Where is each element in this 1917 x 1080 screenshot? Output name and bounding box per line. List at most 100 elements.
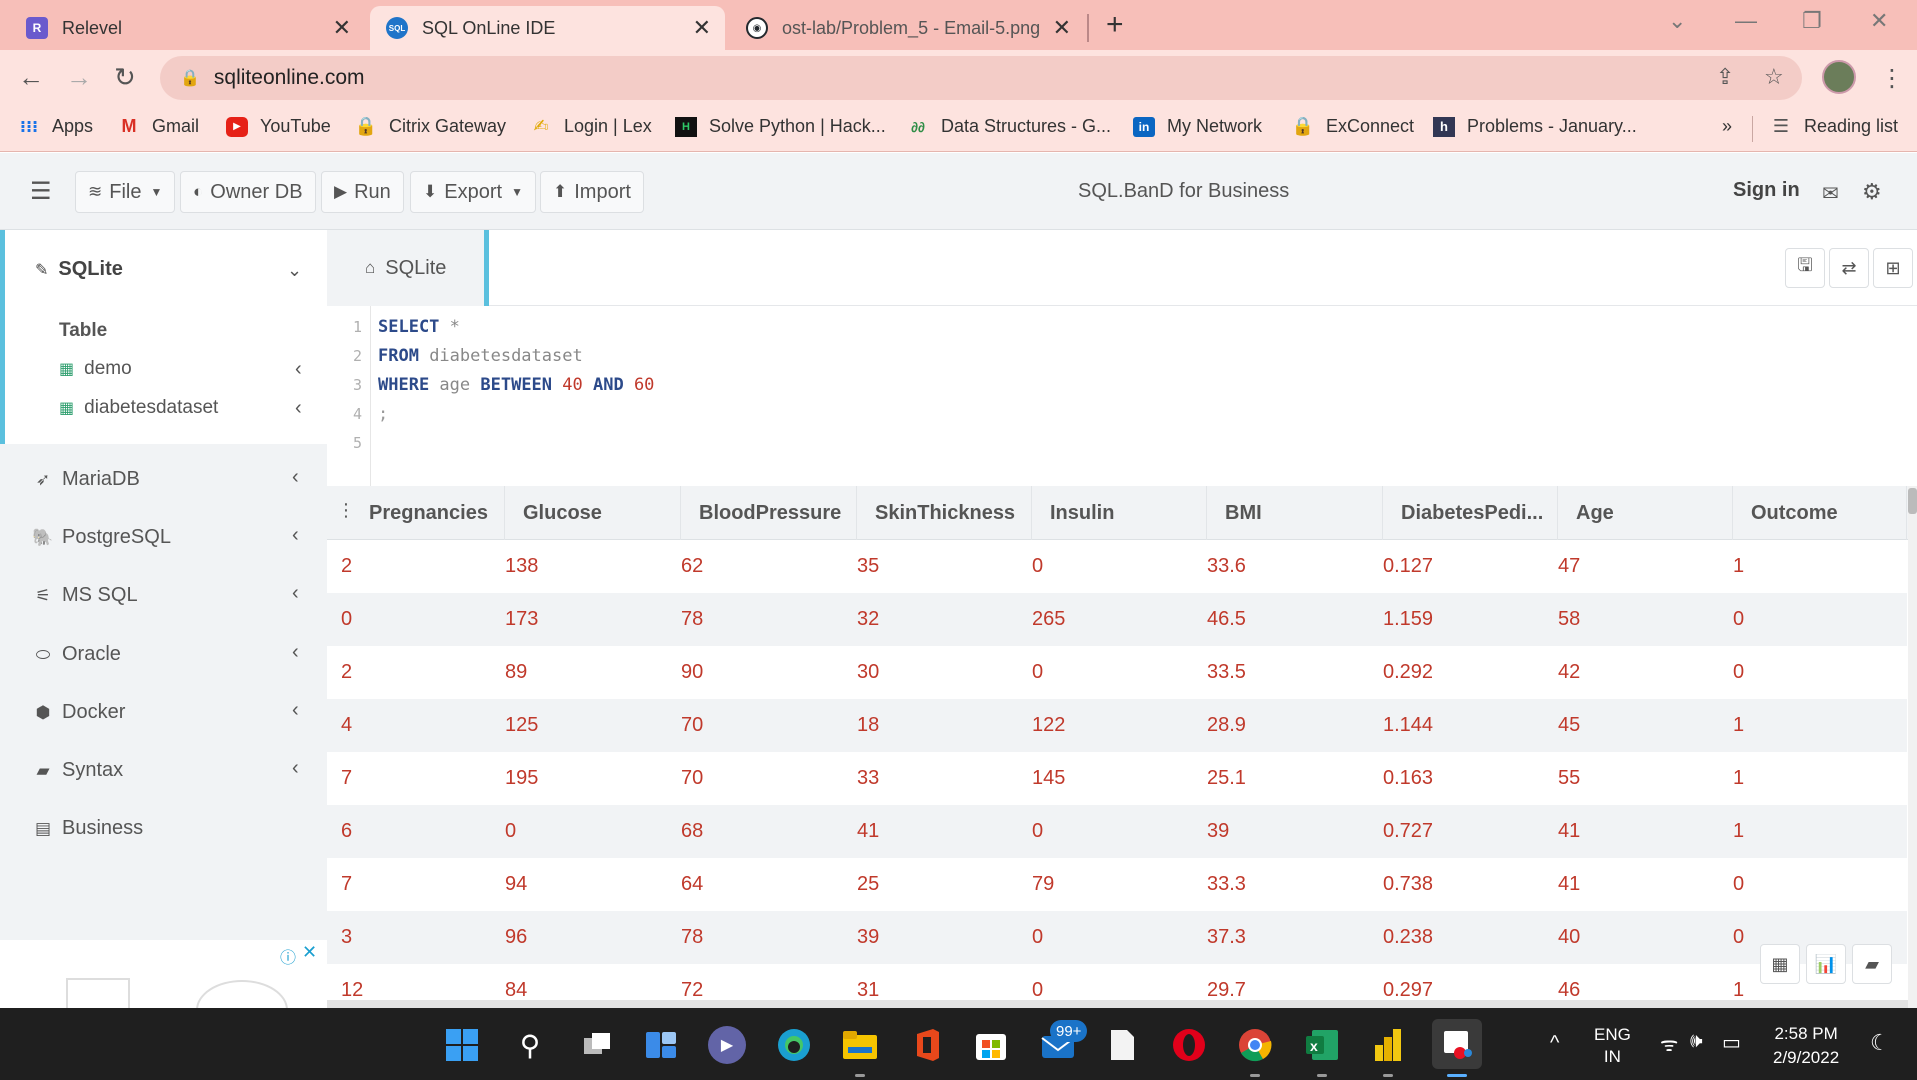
table-row[interactable]: 7 195 70 33 145 25.1 0.163 55 1 (327, 752, 1907, 805)
table-cell[interactable]: 1 (1733, 699, 1744, 752)
chevron-left-icon[interactable]: ‹ (292, 466, 299, 489)
table-cell[interactable]: 3 (341, 911, 352, 964)
table-cell[interactable]: 94 (505, 858, 527, 911)
wifi-icon[interactable]: ᯤ (1660, 1030, 1678, 1057)
ad-close-icon[interactable]: ✕ (302, 942, 317, 963)
table-cell[interactable]: 0.127 (1383, 540, 1433, 593)
table-cell[interactable]: 1.144 (1383, 699, 1433, 752)
chart-view-button[interactable]: 📊 (1806, 944, 1846, 984)
chevron-left-icon[interactable]: ‹ (292, 699, 299, 722)
bookmark-hackerearth[interactable]: h Problems - January... (1433, 116, 1637, 137)
table-cell[interactable]: 0.292 (1383, 646, 1433, 699)
column-header[interactable]: DiabetesPedi... (1383, 486, 1558, 540)
table-cell[interactable]: 39 (1207, 805, 1229, 858)
table-cell[interactable]: 173 (505, 593, 538, 646)
table-cell[interactable]: 0 (1032, 805, 1043, 858)
run-button[interactable]: ▶ Run (321, 171, 404, 213)
table-cell[interactable]: 78 (681, 593, 703, 646)
table-cell[interactable]: 0 (1733, 911, 1744, 964)
bookmark-exconnect[interactable]: 🔒 ExConnect (1292, 116, 1414, 137)
hamburger-menu-icon[interactable]: ☰ (30, 177, 52, 206)
text-view-button[interactable]: ▰ (1852, 944, 1892, 984)
table-cell[interactable]: 0 (1733, 646, 1744, 699)
table-cell[interactable]: 96 (505, 911, 527, 964)
restore-button[interactable]: ❐ (1802, 8, 1822, 34)
sign-in-link[interactable]: Sign in (1733, 179, 1800, 202)
table-cell[interactable]: 0 (505, 805, 516, 858)
table-cell[interactable]: 62 (681, 540, 703, 593)
tab-sqlite[interactable]: ⌂ SQLite (327, 230, 489, 306)
table-cell[interactable]: 0 (341, 593, 352, 646)
table-view-button[interactable]: ▦ (1760, 944, 1800, 984)
sidebar-item-mssql[interactable]: ⚟ MS SQL (32, 584, 137, 607)
sidebar-item-docker[interactable]: ⬢ Docker (32, 701, 126, 724)
column-header[interactable]: Outcome (1733, 486, 1907, 540)
task-view-icon[interactable] (578, 1026, 616, 1064)
chevron-left-icon[interactable]: ‹ (292, 582, 299, 605)
table-row[interactable]: 4 125 70 18 122 28.9 1.144 45 1 (327, 699, 1907, 752)
table-cell[interactable]: 7 (341, 752, 352, 805)
close-window-button[interactable]: ✕ (1870, 8, 1888, 34)
column-header[interactable]: Glucose (505, 486, 681, 540)
table-cell[interactable]: 122 (1032, 699, 1065, 752)
settings-gear-icon[interactable]: ⚙ (1862, 179, 1882, 205)
bookmark-lex[interactable]: ✍ Login | Lex (530, 116, 651, 137)
table-cell[interactable]: 64 (681, 858, 703, 911)
profile-avatar[interactable] (1822, 60, 1856, 94)
share-icon[interactable]: ⇪ (1716, 64, 1734, 90)
refresh-button[interactable]: ⇄ (1829, 248, 1869, 288)
bookmark-youtube[interactable]: ▶ YouTube (226, 116, 331, 137)
tab-github[interactable]: ◉ ost-lab/Problem_5 - Email-5.png ✕ (730, 6, 1085, 50)
table-cell[interactable]: 0.738 (1383, 858, 1433, 911)
table-cell[interactable]: 7 (341, 858, 352, 911)
table-row[interactable]: 2 89 90 30 0 33.5 0.292 42 0 (327, 646, 1907, 699)
sql-editor[interactable]: 1 2 3 4 5 SELECT * FROM diabetesdataset … (327, 306, 1917, 486)
table-cell[interactable]: 33 (857, 752, 879, 805)
clock[interactable]: 2:58 PM 2/9/2022 (1773, 1022, 1839, 1070)
chevron-up-icon[interactable]: ^ (1550, 1032, 1559, 1055)
table-cell[interactable]: 0.238 (1383, 911, 1433, 964)
table-cell[interactable]: 0 (1733, 858, 1744, 911)
microsoft-store-icon[interactable] (972, 1026, 1010, 1064)
ad-info-icon[interactable]: ⓘ (280, 944, 296, 968)
table-cell[interactable]: 145 (1032, 752, 1065, 805)
table-cell[interactable]: 33.5 (1207, 646, 1246, 699)
table-cell[interactable]: 32 (857, 593, 879, 646)
notepad-icon[interactable] (1103, 1026, 1141, 1064)
table-cell[interactable]: 70 (681, 752, 703, 805)
sidebar-item-postgresql[interactable]: 🐘 PostgreSQL (32, 526, 171, 549)
table-cell[interactable]: 6 (341, 805, 352, 858)
more-menu-icon[interactable]: ⋮ (1880, 64, 1904, 93)
vertical-scrollbar[interactable] (1908, 486, 1917, 1008)
table-row[interactable]: 2 138 62 35 0 33.6 0.127 47 1 (327, 540, 1907, 593)
new-tab-button[interactable]: + (1106, 8, 1124, 42)
table-cell[interactable]: 1 (1733, 805, 1744, 858)
bookmark-hackerrank[interactable]: H Solve Python | Hack... (675, 116, 886, 137)
table-row[interactable]: 3 96 78 39 0 37.3 0.238 40 0 (327, 911, 1907, 964)
reading-list-button[interactable]: ☰ Reading list (1770, 116, 1898, 137)
table-cell[interactable]: 79 (1032, 858, 1054, 911)
file-menu-button[interactable]: ≋ File ▼ (75, 171, 176, 213)
column-header[interactable]: Insulin (1032, 486, 1207, 540)
table-cell[interactable]: 42 (1558, 646, 1580, 699)
table-cell[interactable]: 0 (1032, 646, 1043, 699)
battery-icon[interactable]: ▭ (1722, 1030, 1741, 1055)
table-cell[interactable]: 39 (857, 911, 879, 964)
chevron-left-icon[interactable]: ‹ (292, 524, 299, 547)
table-cell[interactable]: 46.5 (1207, 593, 1246, 646)
table-cell[interactable]: 2 (341, 646, 352, 699)
column-header[interactable]: BloodPressure (681, 486, 857, 540)
table-cell[interactable]: 2 (341, 540, 352, 593)
table-cell[interactable]: 0 (1032, 911, 1043, 964)
table-cell[interactable]: 1 (1733, 752, 1744, 805)
table-cell[interactable]: 41 (1558, 858, 1580, 911)
search-icon[interactable]: ⚲ (511, 1026, 549, 1064)
widgets-icon[interactable] (642, 1026, 680, 1064)
focus-moon-icon[interactable]: ☾ (1870, 1030, 1890, 1056)
more-bookmarks-button[interactable]: » (1722, 116, 1732, 137)
table-cell[interactable]: 265 (1032, 593, 1065, 646)
column-header[interactable]: Age (1558, 486, 1733, 540)
chevron-down-icon[interactable]: ⌄ (287, 260, 302, 281)
table-cell[interactable]: 195 (505, 752, 538, 805)
import-button[interactable]: ⬆ Import (540, 171, 644, 213)
